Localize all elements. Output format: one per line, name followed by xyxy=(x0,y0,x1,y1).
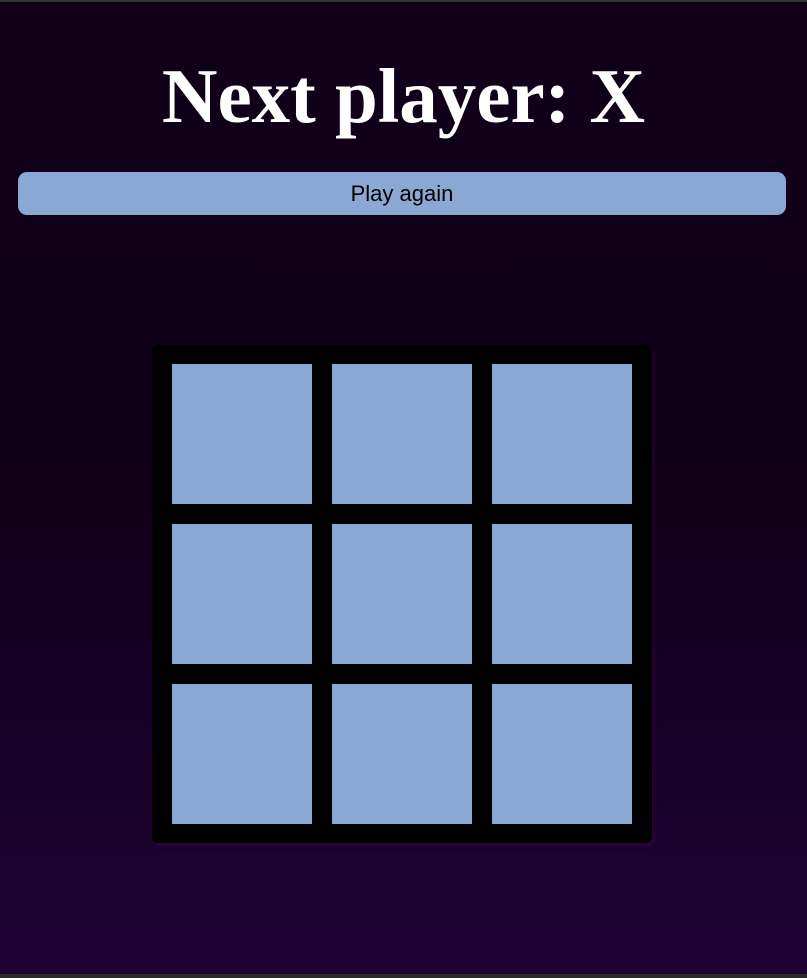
board-cell-4[interactable] xyxy=(172,524,312,664)
board-cell-3[interactable] xyxy=(492,364,632,504)
play-again-button[interactable]: Play again xyxy=(18,172,786,215)
bottom-border xyxy=(0,974,807,978)
board-cell-5[interactable] xyxy=(332,524,472,664)
board-cell-1[interactable] xyxy=(172,364,312,504)
board-cell-7[interactable] xyxy=(172,684,312,824)
game-status: Next player: X xyxy=(161,53,646,139)
game-board xyxy=(152,345,652,843)
top-border xyxy=(0,0,807,2)
board-cell-8[interactable] xyxy=(332,684,472,824)
board-cell-6[interactable] xyxy=(492,524,632,664)
board-cell-9[interactable] xyxy=(492,684,632,824)
board-cell-2[interactable] xyxy=(332,364,472,504)
